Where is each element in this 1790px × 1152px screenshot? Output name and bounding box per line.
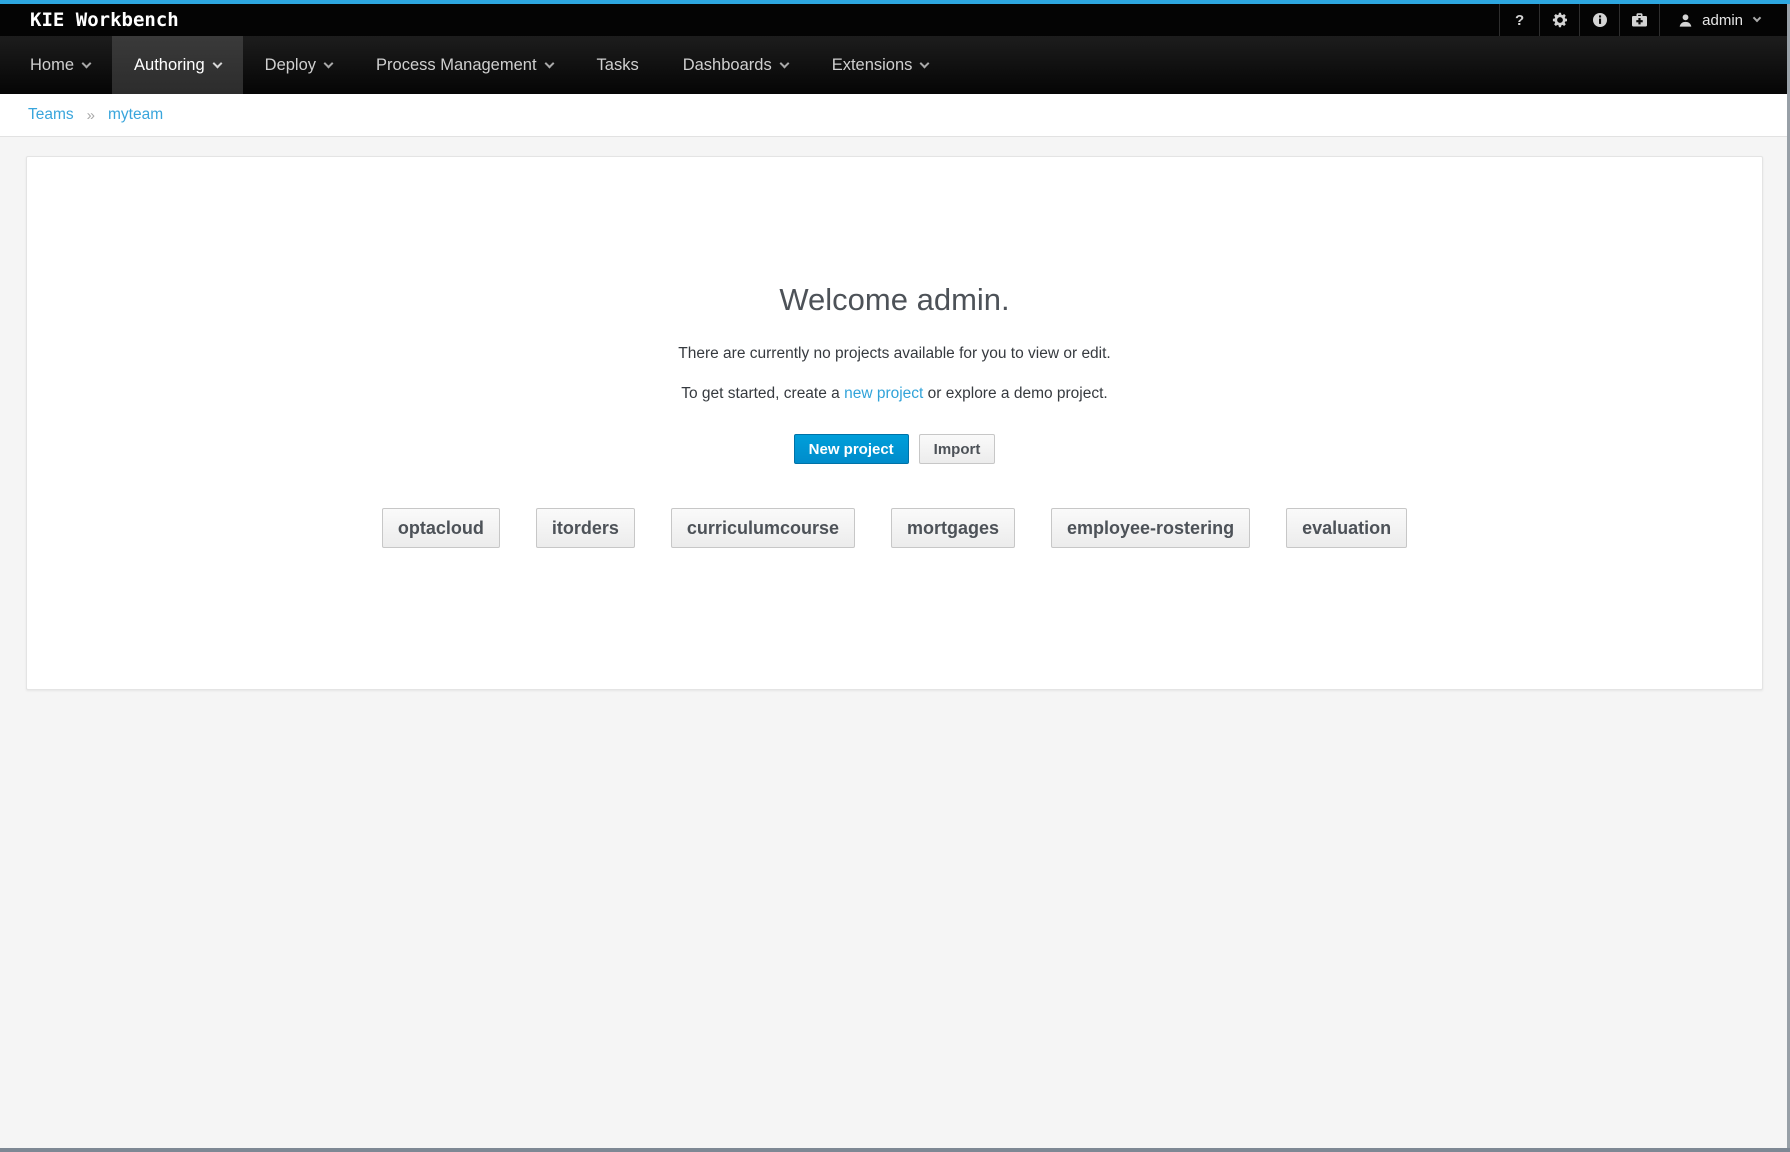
demo-project-mortgages-button[interactable]: mortgages (891, 508, 1015, 548)
nav-label: Process Management (376, 56, 537, 75)
demo-project-itorders-button[interactable]: itorders (536, 508, 635, 548)
primary-navbar: Home Authoring Deploy Process Management… (0, 36, 1790, 94)
nav-item-process-management[interactable]: Process Management (354, 36, 575, 94)
chevron-down-icon (779, 58, 789, 68)
settings-button[interactable] (1539, 4, 1579, 36)
main-content: Welcome admin. There are currently no pr… (0, 137, 1790, 1148)
chevron-down-icon (920, 58, 930, 68)
get-started-message: To get started, create a new project or … (681, 385, 1107, 403)
about-button[interactable] (1579, 4, 1619, 36)
action-buttons: New project Import (794, 434, 996, 464)
empty-projects-panel: Welcome admin. There are currently no pr… (26, 156, 1763, 690)
user-menu[interactable]: admin (1659, 4, 1778, 36)
no-projects-message: There are currently no projects availabl… (678, 345, 1111, 363)
nav-label: Dashboards (683, 56, 772, 75)
demo-project-optacloud-button[interactable]: optacloud (382, 508, 500, 548)
app-logo: KIE Workbench (0, 9, 179, 31)
masthead: KIE Workbench ? (0, 4, 1790, 36)
medkit-icon (1631, 12, 1648, 28)
nav-label: Authoring (134, 56, 205, 75)
medkit-button[interactable] (1619, 4, 1659, 36)
nav-item-deploy[interactable]: Deploy (243, 36, 354, 94)
breadcrumb-item-teams[interactable]: Teams (28, 106, 74, 124)
info-icon (1592, 12, 1608, 28)
nav-label: Home (30, 56, 74, 75)
nav-label: Extensions (832, 56, 913, 75)
chevron-down-icon (324, 58, 334, 68)
nav-item-authoring[interactable]: Authoring (112, 36, 243, 94)
page-title: Welcome admin. (779, 283, 1009, 317)
demo-project-curriculumcourse-button[interactable]: curriculumcourse (671, 508, 855, 548)
demo-project-buttons: optacloud itorders curriculumcourse mort… (382, 508, 1407, 548)
nav-item-tasks[interactable]: Tasks (575, 36, 661, 94)
breadcrumb: Teams » myteam (0, 94, 1790, 137)
nav-item-dashboards[interactable]: Dashboards (661, 36, 810, 94)
help-icon: ? (1515, 12, 1524, 29)
user-name: admin (1702, 12, 1743, 29)
nav-label: Deploy (265, 56, 316, 75)
nav-item-home[interactable]: Home (8, 36, 112, 94)
window-bottom-edge (0, 1148, 1790, 1152)
import-button[interactable]: Import (919, 434, 996, 464)
new-project-link[interactable]: new project (844, 385, 923, 402)
chevron-down-icon (544, 58, 554, 68)
get-started-suffix: or explore a demo project. (923, 385, 1107, 402)
nav-label: Tasks (597, 56, 639, 75)
new-project-button[interactable]: New project (794, 434, 909, 464)
chevron-down-icon (82, 58, 92, 68)
masthead-utilities: ? (1499, 4, 1778, 36)
nav-item-extensions[interactable]: Extensions (810, 36, 951, 94)
chevron-down-icon (1753, 14, 1761, 22)
demo-project-employee-rostering-button[interactable]: employee-rostering (1051, 508, 1250, 548)
breadcrumb-separator: » (87, 107, 95, 124)
help-button[interactable]: ? (1499, 4, 1539, 36)
get-started-prefix: To get started, create a (681, 385, 844, 402)
window-accent-strip (0, 0, 1790, 4)
user-icon (1678, 13, 1693, 28)
gear-icon (1552, 12, 1568, 28)
breadcrumb-item-myteam[interactable]: myteam (108, 106, 163, 124)
chevron-down-icon (212, 58, 222, 68)
demo-project-evaluation-button[interactable]: evaluation (1286, 508, 1407, 548)
